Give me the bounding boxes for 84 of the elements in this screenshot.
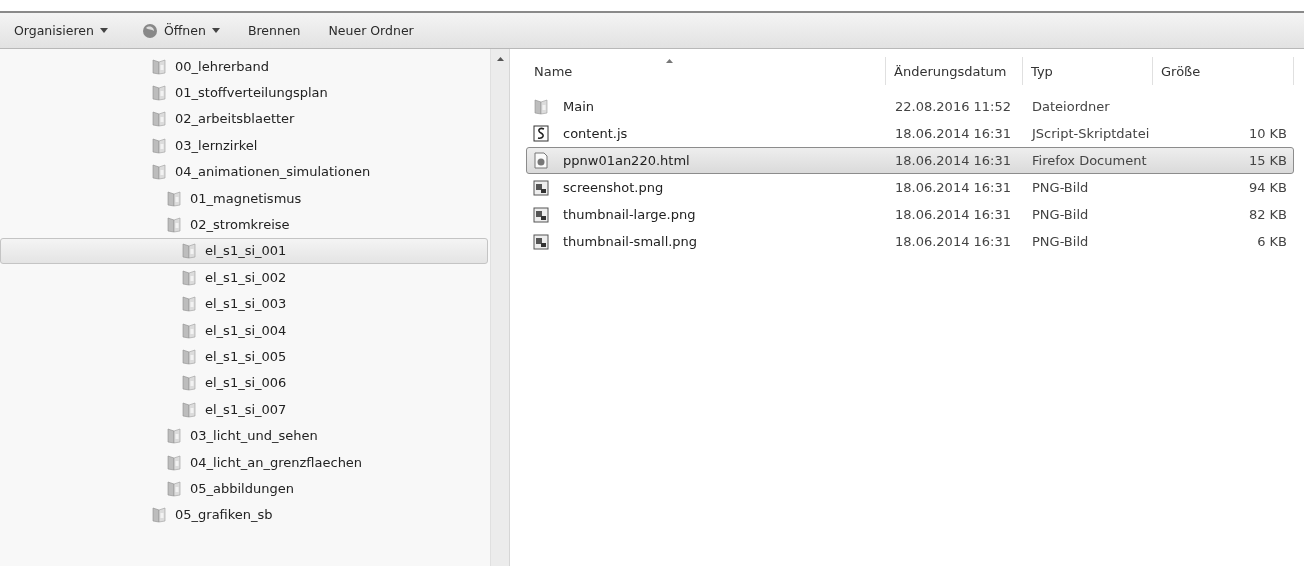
tree-item[interactable]: 04_animationen_simulationen: [0, 158, 490, 185]
type-cell-text: PNG-Bild: [1031, 234, 1090, 249]
tree-item[interactable]: el_s1_si_003: [0, 290, 490, 317]
folder-icon: [181, 268, 197, 286]
tree-item[interactable]: el_s1_si_001: [0, 237, 488, 265]
folder-icon: [151, 506, 167, 524]
folder-icon: [533, 98, 549, 115]
tree-item[interactable]: 05_grafiken_sb: [0, 501, 490, 529]
image-file-icon: [533, 233, 549, 250]
tree-item[interactable]: 00_lehrerband: [0, 53, 490, 80]
tree-item[interactable]: 02_stromkreise: [0, 211, 490, 238]
folder-icon: [166, 427, 182, 445]
tree-item[interactable]: 04_licht_an_grenzflaechen: [0, 448, 490, 476]
file-name: content.js: [562, 126, 628, 141]
folder-icon: [166, 216, 182, 234]
file-row[interactable]: Main 22.08.2016 11:52 Dateiordner: [526, 93, 1294, 120]
folder-icon: [151, 110, 167, 128]
tree-item[interactable]: el_s1_si_007: [0, 396, 490, 423]
file-row[interactable]: content.js 18.06.2014 16:31 JScript-Skriptdatei 10 KB: [526, 120, 1294, 147]
tree-item[interactable]: 03_lernzirkel: [0, 132, 490, 159]
size-cell-text: 10 KB: [1247, 126, 1288, 141]
folder-icon: [181, 321, 197, 339]
folder-icon: [166, 479, 182, 497]
scroll-up-icon[interactable]: [496, 57, 504, 61]
folder-icon: [181, 374, 197, 392]
tree-item[interactable]: el_s1_si_005: [0, 343, 490, 370]
type-cell-text: PNG-Bild: [1031, 180, 1090, 195]
toolbar-button[interactable]: Organisieren: [4, 19, 118, 42]
date-cell-text: 18.06.2014 16:31: [894, 207, 1013, 222]
file-name: thumbnail-large.png: [562, 207, 696, 222]
date-cell-text: 18.06.2014 16:31: [894, 153, 1013, 168]
file-name: ppnw01an220.html: [562, 153, 690, 168]
toolbar-button[interactable]: Brennen: [237, 19, 311, 42]
column-header[interactable]: Änderungsdatum: [886, 57, 1023, 85]
file-row[interactable]: thumbnail-small.png 18.06.2014 16:31 PNG-Bild 6 KB: [526, 228, 1294, 255]
folder-icon: [151, 163, 167, 181]
date-cell-text: 22.08.2016 11:52: [894, 99, 1013, 114]
tree-item[interactable]: 02_arbeitsblaetter: [0, 105, 490, 133]
toolbar-button[interactable]: Öffnen: [131, 18, 230, 43]
folder-icon: [166, 189, 182, 207]
date-cell-text: 18.06.2014 16:31: [894, 234, 1013, 249]
sort-arrow-icon: [666, 59, 673, 63]
size-cell-text: 82 KB: [1247, 207, 1288, 222]
folder-icon: [181, 348, 197, 365]
size-cell-text: 94 KB: [1247, 180, 1288, 195]
globe-icon: [141, 22, 158, 39]
folder-icon: [151, 136, 167, 154]
caret-icon: [99, 28, 108, 33]
caret-icon: [211, 28, 220, 33]
script-file-icon: [533, 125, 549, 142]
image-file-icon: [533, 206, 549, 223]
tree-item[interactable]: 05_abbildungen: [0, 475, 490, 502]
tree-item[interactable]: el_s1_si_006: [0, 369, 490, 397]
tree-item[interactable]: 01_stoffverteilungsplan: [0, 79, 490, 106]
date-cell-text: 18.06.2014 16:31: [894, 126, 1013, 141]
file-name: thumbnail-small.png: [562, 234, 698, 249]
folder-icon: [181, 242, 197, 260]
tree-item[interactable]: el_s1_si_002: [0, 264, 490, 291]
type-cell-text: PNG-Bild: [1031, 207, 1090, 222]
column-header[interactable]: Name: [526, 57, 886, 85]
tree-item[interactable]: el_s1_si_004: [0, 316, 490, 344]
tree-item[interactable]: 01_magnetismus: [0, 184, 490, 212]
toolbar-button[interactable]: Neuer Ordner: [318, 19, 424, 42]
size-cell-text: 6 KB: [1256, 234, 1288, 249]
column-header[interactable]: Typ: [1023, 57, 1153, 85]
file-name: Main: [562, 99, 595, 114]
size-cell-text: 15 KB: [1247, 153, 1288, 168]
type-cell-text: JScript-Skriptdatei: [1030, 126, 1151, 141]
file-row[interactable]: ppnw01an220.html 18.06.2014 16:31 Firefox Document 15 KB: [526, 147, 1294, 174]
file-row[interactable]: screenshot.png 18.06.2014 16:31 PNG-Bild 94 KB: [526, 174, 1294, 201]
type-cell-text: Firefox Document: [1031, 153, 1148, 168]
file-name: screenshot.png: [562, 180, 664, 195]
folder-icon: [166, 453, 182, 471]
folder-icon: [181, 400, 197, 418]
folder-icon: [181, 295, 197, 313]
type-cell-text: Dateiordner: [1031, 99, 1111, 114]
folder-icon: [151, 57, 167, 75]
date-cell-text: 18.06.2014 16:31: [894, 180, 1013, 195]
tree-item[interactable]: 03_licht_und_sehen: [0, 422, 490, 449]
folder-icon: [151, 84, 167, 102]
image-file-icon: [533, 179, 549, 196]
file-row[interactable]: thumbnail-large.png 18.06.2014 16:31 PNG-Bild 82 KB: [526, 201, 1294, 228]
column-header[interactable]: Größe: [1153, 57, 1294, 85]
document-icon: [533, 152, 549, 169]
